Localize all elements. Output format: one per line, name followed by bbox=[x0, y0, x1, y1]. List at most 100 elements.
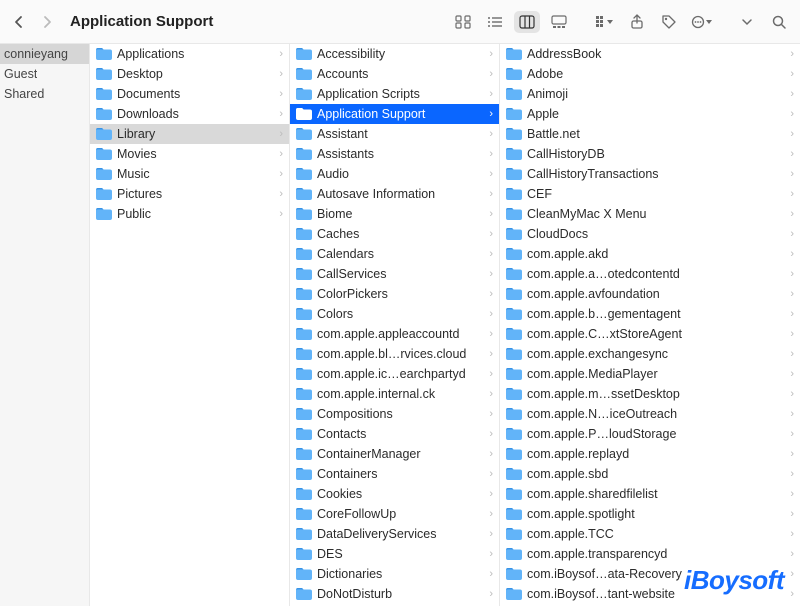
folder-row[interactable]: com.apple.C…xtStoreAgent› bbox=[500, 324, 800, 344]
folder-label: com.apple.a…otedcontentd bbox=[527, 267, 785, 281]
folder-icon bbox=[296, 388, 312, 400]
folder-row[interactable]: CoreFollowUp› bbox=[290, 504, 499, 524]
chevron-right-icon: › bbox=[790, 148, 794, 160]
back-button[interactable] bbox=[8, 11, 30, 33]
folder-row[interactable]: Application Support› bbox=[290, 104, 499, 124]
view-list-button[interactable] bbox=[482, 11, 508, 33]
folder-label: DoNotDisturb bbox=[317, 587, 484, 601]
folder-row[interactable]: Downloads› bbox=[90, 104, 289, 124]
folder-row[interactable]: com.apple.MediaPlayer› bbox=[500, 364, 800, 384]
sidebar-item[interactable]: Shared bbox=[0, 84, 89, 104]
search-button[interactable] bbox=[766, 11, 792, 33]
folder-row[interactable]: Accessibility› bbox=[290, 44, 499, 64]
column-1[interactable]: Applications›Desktop›Documents›Downloads… bbox=[90, 44, 290, 606]
column-3[interactable]: AddressBook›Adobe›Animoji›Apple›Battle.n… bbox=[500, 44, 800, 606]
folder-row[interactable]: com.apple.sharedfilelist› bbox=[500, 484, 800, 504]
folder-row[interactable]: Music› bbox=[90, 164, 289, 184]
folder-row[interactable]: Animoji› bbox=[500, 84, 800, 104]
folder-icon bbox=[296, 288, 312, 300]
folder-row[interactable]: CleanMyMac X Menu› bbox=[500, 204, 800, 224]
sidebar-column[interactable]: connieyangGuestShared bbox=[0, 44, 90, 606]
folder-row[interactable]: Apple› bbox=[500, 104, 800, 124]
folder-icon bbox=[506, 468, 522, 480]
folder-label: com.apple.bl…rvices.cloud bbox=[317, 347, 484, 361]
folder-row[interactable]: CallHistoryDB› bbox=[500, 144, 800, 164]
folder-row[interactable]: com.iBoysof…ata-Recovery› bbox=[500, 564, 800, 584]
folder-row[interactable]: Assistants› bbox=[290, 144, 499, 164]
folder-row[interactable]: Pictures› bbox=[90, 184, 289, 204]
folder-row[interactable]: CallHistoryTransactions› bbox=[500, 164, 800, 184]
folder-row[interactable]: com.apple.m…ssetDesktop› bbox=[500, 384, 800, 404]
folder-row[interactable]: Containers› bbox=[290, 464, 499, 484]
folder-row[interactable]: DataDeliveryServices› bbox=[290, 524, 499, 544]
sidebar-item[interactable]: connieyang bbox=[0, 44, 89, 64]
folder-row[interactable]: com.apple.akd› bbox=[500, 244, 800, 264]
folder-row[interactable]: com.apple.bl…rvices.cloud› bbox=[290, 344, 499, 364]
chevron-right-icon: › bbox=[790, 228, 794, 240]
folder-row[interactable]: com.apple.b…gementagent› bbox=[500, 304, 800, 324]
folder-row[interactable]: Application Scripts› bbox=[290, 84, 499, 104]
folder-row[interactable]: AddressBook› bbox=[500, 44, 800, 64]
chevron-right-icon: › bbox=[790, 348, 794, 360]
folder-row[interactable]: ContainerManager› bbox=[290, 444, 499, 464]
window-title: Application Support bbox=[70, 13, 213, 30]
folder-row[interactable]: Documents› bbox=[90, 84, 289, 104]
folder-row[interactable]: Colors› bbox=[290, 304, 499, 324]
folder-row[interactable]: com.iBoysof…tant-website› bbox=[500, 584, 800, 604]
folder-row[interactable]: Battle.net› bbox=[500, 124, 800, 144]
folder-row[interactable]: Caches› bbox=[290, 224, 499, 244]
folder-row[interactable]: DES› bbox=[290, 544, 499, 564]
folder-row[interactable]: com.apple.spotlight› bbox=[500, 504, 800, 524]
folder-icon bbox=[506, 88, 522, 100]
folder-row[interactable]: CloudDocs› bbox=[500, 224, 800, 244]
folder-row[interactable]: Audio› bbox=[290, 164, 499, 184]
folder-icon bbox=[296, 228, 312, 240]
folder-row[interactable]: Adobe› bbox=[500, 64, 800, 84]
folder-row[interactable]: Accounts› bbox=[290, 64, 499, 84]
folder-row[interactable]: com.apple.internal.ck› bbox=[290, 384, 499, 404]
column-browser: connieyangGuestShared Applications›Deskt… bbox=[0, 44, 800, 606]
actions-button[interactable] bbox=[688, 11, 714, 33]
sidebar-item[interactable]: Guest bbox=[0, 64, 89, 84]
folder-row[interactable]: com.apple.P…loudStorage› bbox=[500, 424, 800, 444]
folder-row[interactable]: com.apple.N…iceOutreach› bbox=[500, 404, 800, 424]
folder-row[interactable]: DoNotDisturb› bbox=[290, 584, 499, 604]
folder-row[interactable]: CallServices› bbox=[290, 264, 499, 284]
folder-row[interactable]: Cookies› bbox=[290, 484, 499, 504]
folder-row[interactable]: Library› bbox=[90, 124, 289, 144]
folder-row[interactable]: Compositions› bbox=[290, 404, 499, 424]
folder-row[interactable]: Biome› bbox=[290, 204, 499, 224]
folder-row[interactable]: Autosave Information› bbox=[290, 184, 499, 204]
folder-row[interactable]: Contacts› bbox=[290, 424, 499, 444]
folder-row[interactable]: com.apple.avfoundation› bbox=[500, 284, 800, 304]
folder-row[interactable]: com.apple.appleaccountd› bbox=[290, 324, 499, 344]
folder-icon bbox=[296, 128, 312, 140]
folder-row[interactable]: com.apple.transparencyd› bbox=[500, 544, 800, 564]
view-icons-button[interactable] bbox=[450, 11, 476, 33]
group-by-button[interactable] bbox=[592, 11, 618, 33]
view-columns-button[interactable] bbox=[514, 11, 540, 33]
view-gallery-button[interactable] bbox=[546, 11, 572, 33]
folder-row[interactable]: Assistant› bbox=[290, 124, 499, 144]
share-button[interactable] bbox=[624, 11, 650, 33]
folder-row[interactable]: com.apple.replayd› bbox=[500, 444, 800, 464]
folder-row[interactable]: com.apple.sbd› bbox=[500, 464, 800, 484]
folder-row[interactable]: com.apple.a…otedcontentd› bbox=[500, 264, 800, 284]
folder-row[interactable]: com.apple.ic…earchpartyd› bbox=[290, 364, 499, 384]
tags-button[interactable] bbox=[656, 11, 682, 33]
folder-row[interactable]: Movies› bbox=[90, 144, 289, 164]
folder-row[interactable]: ColorPickers› bbox=[290, 284, 499, 304]
column-2[interactable]: Accessibility›Accounts›Application Scrip… bbox=[290, 44, 500, 606]
folder-row[interactable]: Applications› bbox=[90, 44, 289, 64]
folder-row[interactable]: CEF› bbox=[500, 184, 800, 204]
dropdown-button[interactable] bbox=[734, 11, 760, 33]
folder-row[interactable]: Public› bbox=[90, 204, 289, 224]
folder-row[interactable]: com.apple.exchangesync› bbox=[500, 344, 800, 364]
folder-row[interactable]: Dictionaries› bbox=[290, 564, 499, 584]
folder-row[interactable]: com.apple.TCC› bbox=[500, 524, 800, 544]
folder-row[interactable]: Calendars› bbox=[290, 244, 499, 264]
folder-icon bbox=[96, 128, 112, 140]
forward-button[interactable] bbox=[36, 11, 58, 33]
chevron-right-icon: › bbox=[489, 408, 493, 420]
folder-row[interactable]: Desktop› bbox=[90, 64, 289, 84]
